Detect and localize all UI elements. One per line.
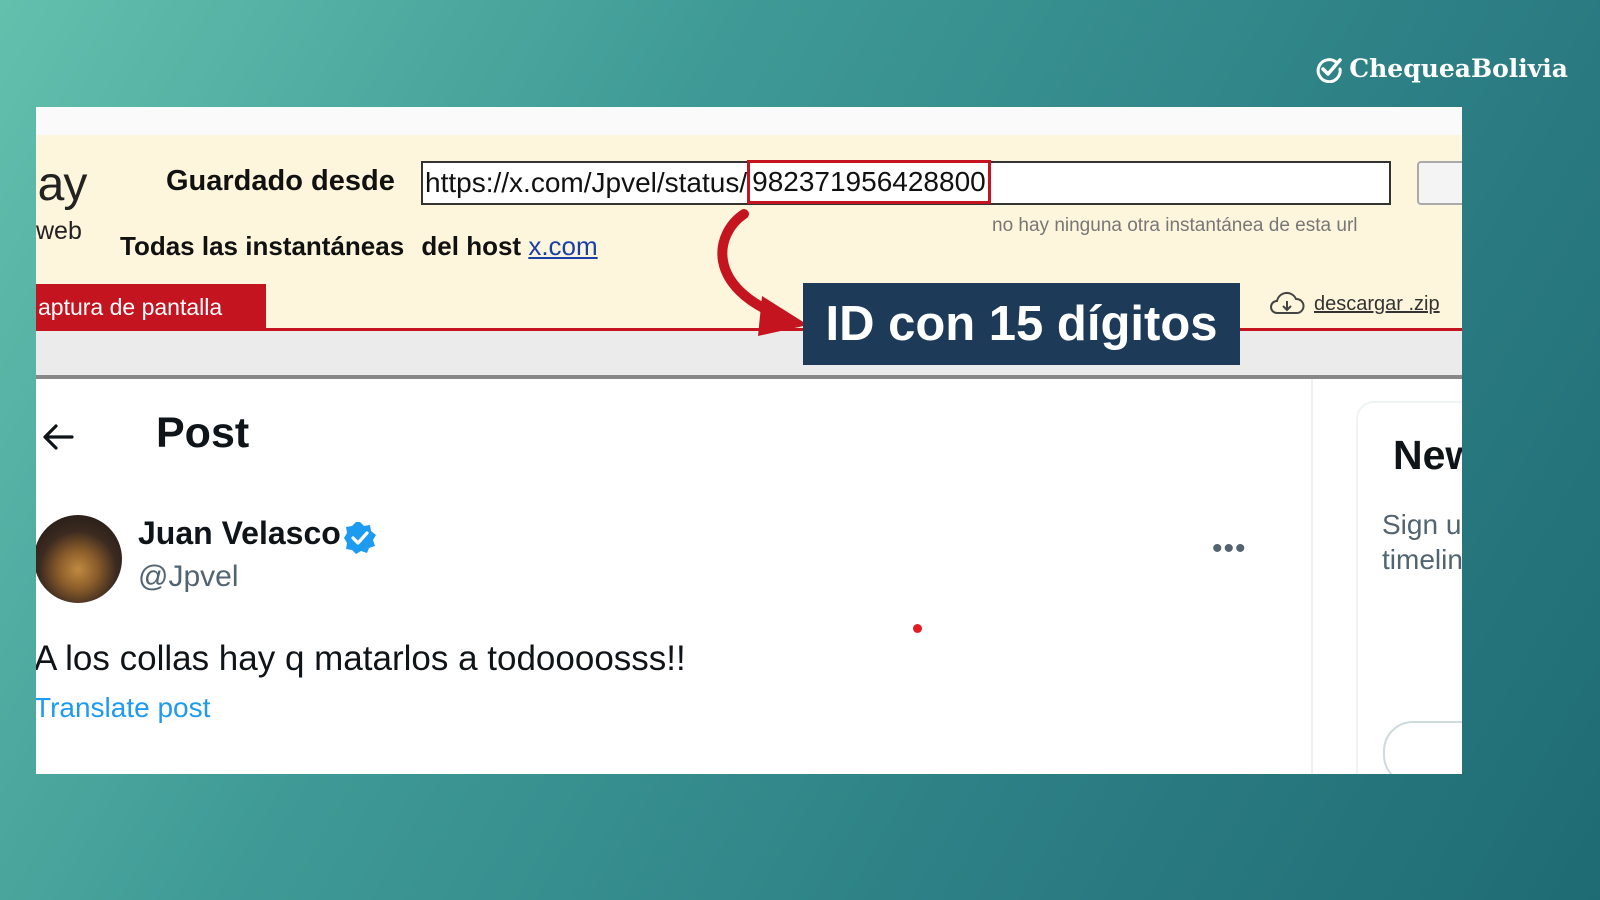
post-text: A los collas hay q matarlos a todoooosss… (36, 639, 686, 678)
url-field[interactable]: https://x.com/Jpvel/status/9823719564288… (421, 160, 1391, 205)
url-prefix: https://x.com/Jpvel/status/ (425, 167, 748, 198)
panel-title: New (1393, 432, 1462, 478)
arrow-left-icon[interactable] (38, 417, 78, 457)
translate-post-link[interactable]: Translate post (36, 692, 210, 724)
column-divider (1311, 379, 1313, 774)
download-label: descargar .zip (1314, 292, 1440, 315)
host-link[interactable]: x.com (528, 231, 597, 261)
url-submit-button[interactable] (1417, 161, 1462, 205)
author-handle[interactable]: @Jpvel (138, 560, 239, 594)
wayback-logo[interactable]: lay (36, 157, 87, 212)
top-strip (36, 107, 1462, 136)
url-id-highlight: 982371956428800 (747, 160, 991, 204)
avatar[interactable] (36, 515, 122, 603)
verified-badge-icon (344, 522, 376, 554)
annotation-label: ID con 15 dígitos (803, 283, 1240, 365)
cloud-download-icon (1270, 291, 1305, 314)
no-snapshots-note: no hay ninguna otra instantánea de esta … (992, 215, 1358, 236)
panel-text: Sign u timelin (1382, 507, 1462, 577)
panel-text-line: Sign u (1382, 509, 1462, 540)
brand-logo: ChequeaBolivia (1315, 54, 1568, 83)
wayback-logo-sub: web (36, 217, 82, 245)
all-snapshots-row: Todas las instantáneas del host x.com (120, 231, 598, 262)
signup-button[interactable] (1383, 721, 1462, 774)
red-dot-marker (913, 624, 922, 633)
brand-name: ChequeaBolivia (1349, 54, 1568, 83)
tab-screenshot[interactable]: aptura de pantalla (36, 284, 266, 331)
author-name[interactable]: Juan Velasco (138, 515, 341, 552)
screenshot-card: lay web Guardado desde https://x.com/Jpv… (36, 107, 1462, 774)
all-snapshots-label: Todas las instantáneas (120, 231, 405, 261)
check-circle-icon (1316, 57, 1342, 83)
from-host-label: del host (421, 231, 522, 261)
saved-from-label: Guardado desde (166, 165, 395, 197)
page-title: Post (156, 409, 250, 457)
more-horizontal-icon[interactable]: ••• (1212, 532, 1247, 566)
download-zip-link[interactable]: descargar .zip (1268, 291, 1440, 317)
panel-text-line: timelin (1382, 544, 1462, 575)
